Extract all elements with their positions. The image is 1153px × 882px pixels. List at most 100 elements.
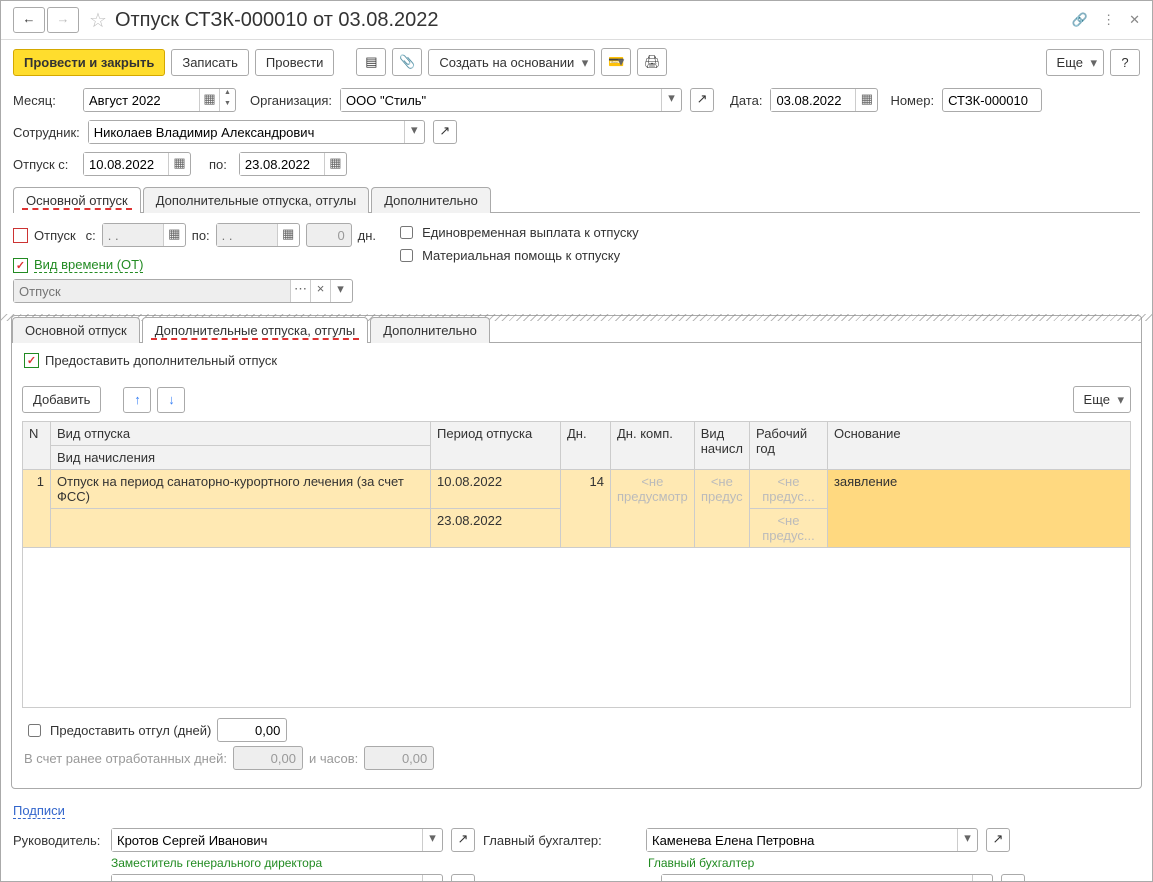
org-select[interactable]: ▾ [340, 88, 682, 112]
number-label: Номер: [890, 93, 934, 108]
vacation-type-dropdown-icon[interactable]: ▾ [330, 280, 350, 302]
cell-accrual-kind: <не предус [694, 470, 749, 548]
cell-period-from[interactable]: 10.08.2022 [431, 470, 561, 509]
provide-extra-checkbox[interactable] [24, 353, 39, 368]
tab-main-vacation[interactable]: Основной отпуск [13, 187, 141, 213]
move-up-button[interactable]: ↑ [123, 387, 151, 413]
table-empty-space [23, 548, 1131, 708]
time-type-checkbox[interactable] [13, 258, 28, 273]
table-row[interactable]: 1 Отпуск на период санаторно-курортного … [23, 470, 1131, 509]
prev-hours-input [364, 746, 434, 770]
org-label: Организация: [250, 93, 332, 108]
vacation-checkbox[interactable] [13, 228, 28, 243]
tab-additional[interactable]: Дополнительно [371, 187, 491, 213]
employee-value[interactable] [89, 121, 404, 143]
number-input[interactable] [942, 88, 1042, 112]
extra-vacations-table[interactable]: N Вид отпуска Период отпуска Дн. Дн. ком… [22, 421, 1131, 708]
create-based-on-button[interactable]: Создать на основании [428, 49, 595, 76]
favorite-star-icon[interactable]: ☆ [89, 8, 107, 33]
employee-dropdown-icon[interactable]: ▾ [404, 121, 424, 143]
head-label: Руководитель: [13, 833, 103, 848]
hr-open-button[interactable]: ↗ [1001, 874, 1025, 882]
cell-period-to[interactable]: 23.08.2022 [431, 509, 561, 548]
vacation-from-calendar-icon[interactable]: ▦ [163, 224, 185, 246]
save-button[interactable]: Записать [171, 49, 249, 76]
otgul-days-input[interactable] [217, 718, 287, 742]
cell-n[interactable]: 1 [23, 470, 51, 548]
employee-open-button[interactable]: ↗ [433, 120, 457, 144]
month-value[interactable] [84, 89, 199, 111]
report-icon-button[interactable]: ▤ [356, 48, 386, 76]
material-help-checkbox[interactable] [400, 249, 413, 262]
print-icon-button[interactable]: 🖨 [637, 48, 667, 76]
more-button[interactable]: Еще [1046, 49, 1104, 76]
col-reason: Основание [827, 422, 1130, 470]
attachment-icon-button[interactable]: 📎 [392, 48, 422, 76]
col-work-year: Рабочий год [749, 422, 827, 470]
cell-kind-sub[interactable] [51, 509, 431, 548]
payments-icon-button[interactable]: 💳 [601, 48, 631, 76]
help-button[interactable]: ? [1110, 49, 1140, 76]
nav-forward-button[interactable]: → [47, 7, 79, 33]
date-label: Дата: [730, 93, 762, 108]
post-and-close-button[interactable]: Провести и закрыть [13, 49, 165, 76]
vacation-to-input[interactable] [217, 224, 277, 246]
vacation-s-label: с: [86, 228, 96, 243]
col-kind-sub: Вид начисления [51, 446, 431, 470]
hr-label: Работник кадровой службы: [483, 879, 653, 882]
date-calendar-icon[interactable]: ▦ [855, 89, 877, 111]
provide-extra-label: Предоставить дополнительный отпуск [45, 353, 277, 368]
lump-sum-checkbox[interactable] [400, 226, 413, 239]
vacation-from-input[interactable] [103, 224, 163, 246]
month-down-icon[interactable]: ▼ [220, 100, 235, 111]
acc-open-button[interactable]: ↗ [451, 874, 475, 882]
vacation-days-input[interactable] [306, 223, 352, 247]
cell-reason[interactable]: заявление [827, 470, 1130, 548]
close-icon[interactable]: ✕ [1129, 12, 1140, 28]
nav-back-button[interactable]: ← [13, 7, 45, 33]
from-date-input[interactable]: ▦ [83, 152, 191, 176]
vacation-type-select[interactable]: ⋯ × ▾ [13, 279, 353, 303]
cell-days[interactable]: 14 [561, 470, 611, 548]
cell-work-year1: <не предус... [749, 470, 827, 509]
tab2-main-vacation[interactable]: Основной отпуск [12, 317, 140, 343]
acc-select[interactable]: ▾ [111, 874, 443, 882]
chief-acc-select[interactable]: ▾ [646, 828, 978, 852]
employee-select[interactable]: ▾ [88, 120, 425, 144]
tab2-additional[interactable]: Дополнительно [370, 317, 490, 343]
move-down-button[interactable]: ↓ [157, 387, 185, 413]
vacation-type-dots-icon[interactable]: ⋯ [290, 280, 310, 302]
vacation-type-input[interactable] [14, 280, 290, 302]
month-input[interactable]: ▦ ▲▼ [83, 88, 236, 112]
cell-kind[interactable]: Отпуск на период санаторно-курортного ле… [51, 470, 431, 509]
to-calendar-icon[interactable]: ▦ [324, 153, 346, 175]
org-open-button[interactable]: ↗ [690, 88, 714, 112]
employee-label: Сотрудник: [13, 125, 80, 140]
vacation-type-clear-icon[interactable]: × [310, 280, 330, 302]
head-open-button[interactable]: ↗ [451, 828, 475, 852]
month-up-icon[interactable]: ▲ [220, 89, 235, 100]
org-value[interactable] [341, 89, 661, 111]
hr-select[interactable]: ▾ [661, 874, 993, 882]
kebab-menu-icon[interactable]: ⋮ [1102, 12, 1115, 28]
from-calendar-icon[interactable]: ▦ [168, 153, 190, 175]
time-type-link[interactable]: Вид времени (ОТ) [34, 257, 143, 273]
add-row-button[interactable]: Добавить [22, 386, 101, 413]
post-button[interactable]: Провести [255, 49, 335, 76]
table-more-button[interactable]: Еще [1073, 386, 1131, 413]
otgul-checkbox[interactable] [28, 724, 41, 737]
link-icon[interactable]: 🔗 [1072, 12, 1088, 28]
vacation-to-calendar-icon[interactable]: ▦ [277, 224, 299, 246]
tab2-extra-vacation[interactable]: Дополнительные отпуска, отгулы [142, 317, 369, 343]
org-dropdown-icon[interactable]: ▾ [661, 89, 681, 111]
head-select[interactable]: ▾ [111, 828, 443, 852]
acc-label: Бухгалтер: [13, 879, 103, 882]
signatures-link[interactable]: Подписи [13, 803, 65, 819]
tab-extra-vacation[interactable]: Дополнительные отпуска, отгулы [143, 187, 370, 213]
chief-acc-open-button[interactable]: ↗ [986, 828, 1010, 852]
to-date-input[interactable]: ▦ [239, 152, 347, 176]
month-calendar-icon[interactable]: ▦ [199, 89, 219, 111]
date-input[interactable] [771, 89, 855, 111]
material-help-label: Материальная помощь к отпуску [422, 248, 620, 263]
chief-acc-label: Главный бухгалтер: [483, 833, 638, 848]
